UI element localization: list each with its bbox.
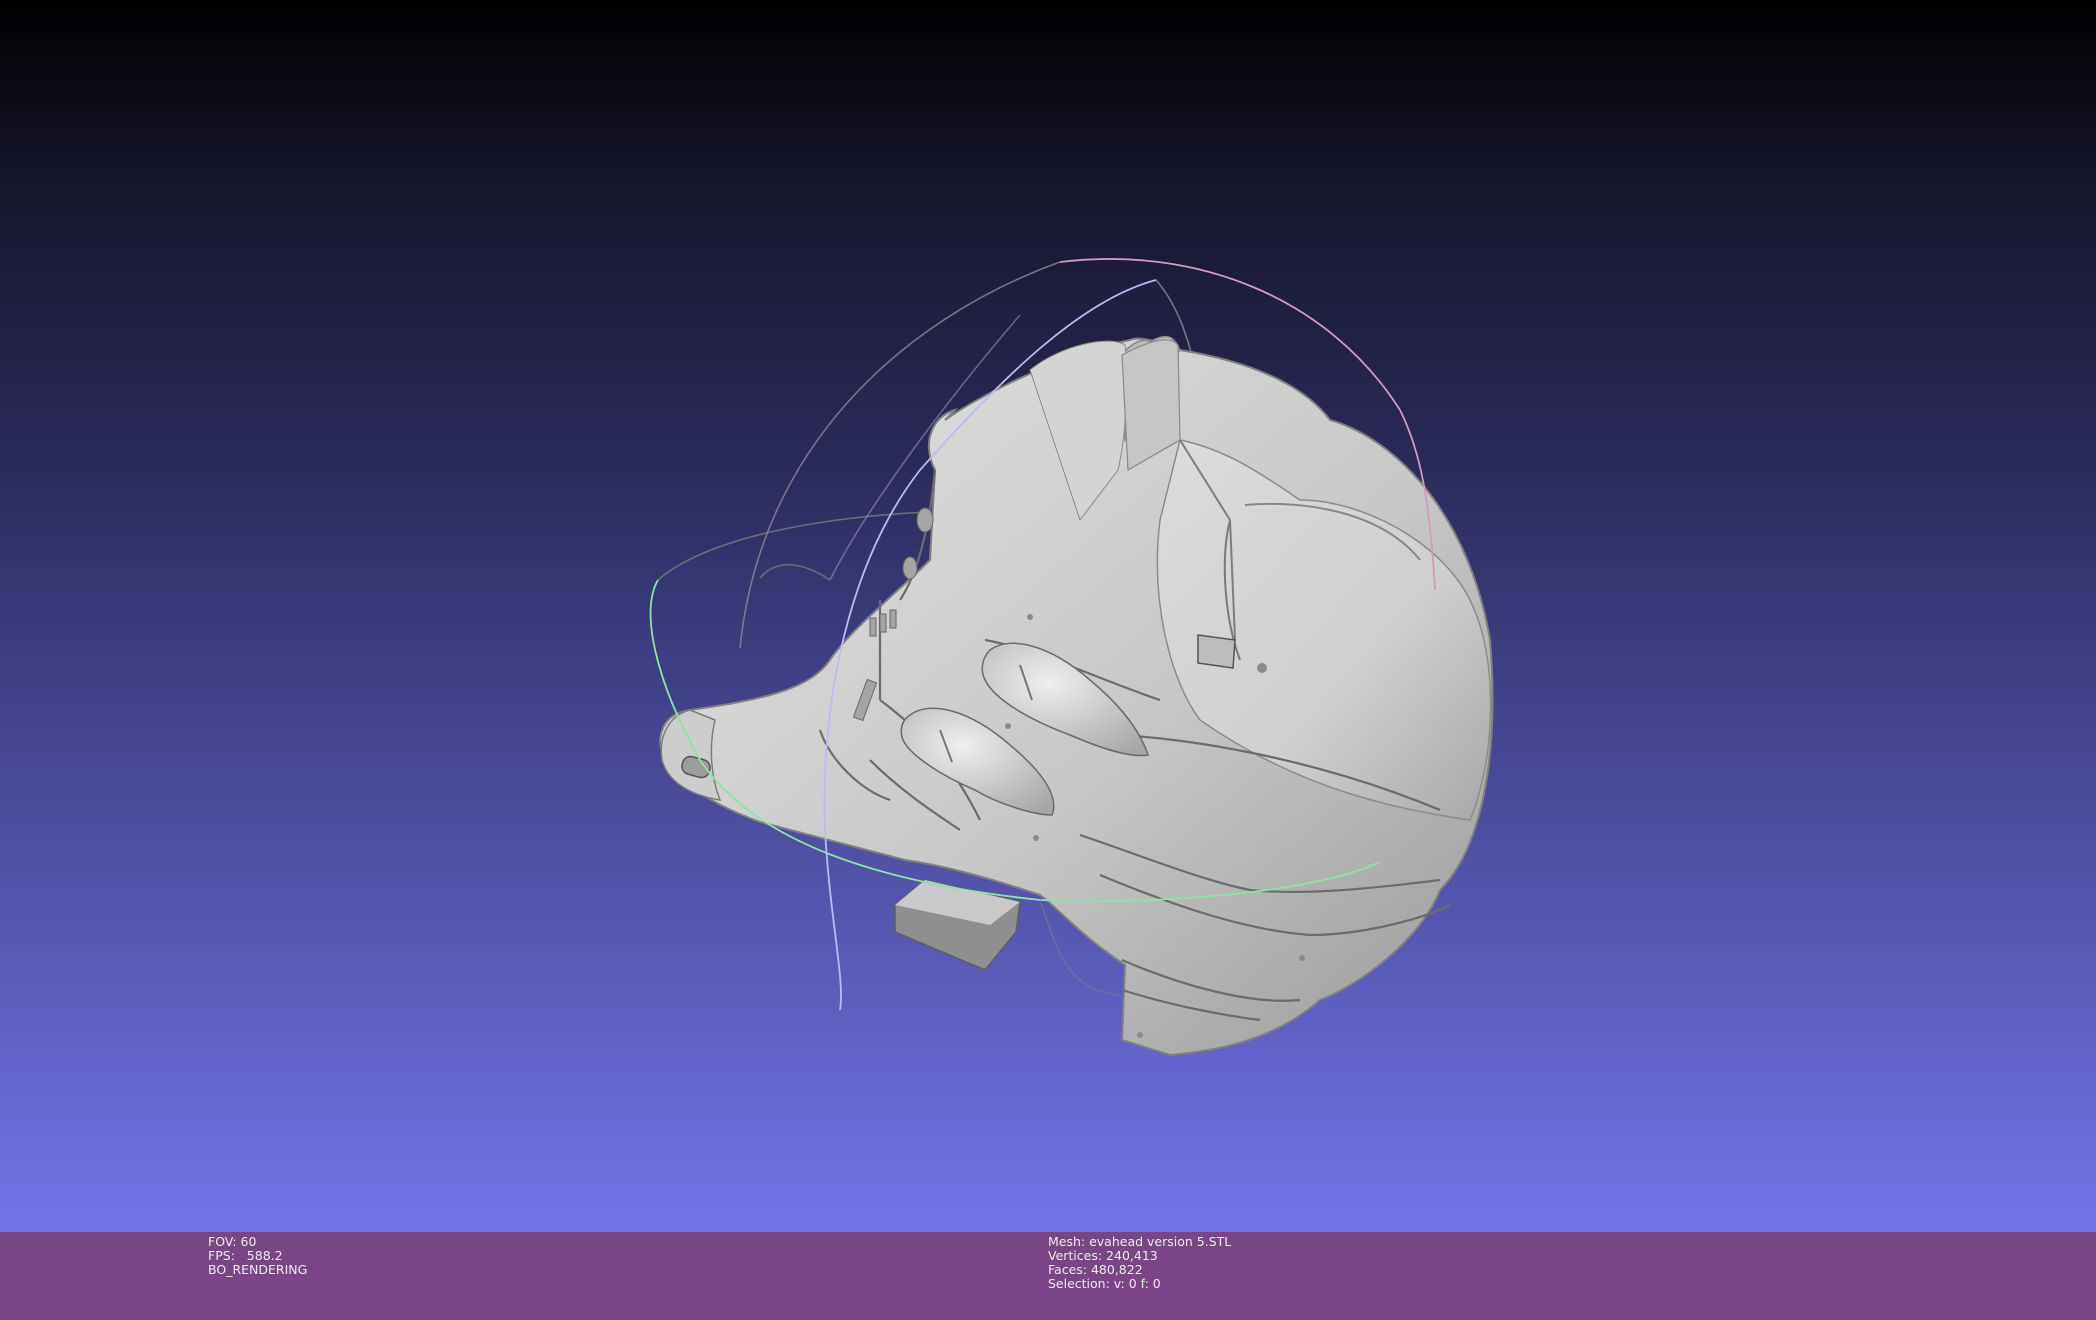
- helmet-mesh[interactable]: [658, 335, 1494, 1057]
- render-mode-readout: BO_RENDERING: [208, 1262, 308, 1277]
- mesh-name-readout: Mesh: evahead version 5.STL: [1048, 1234, 1232, 1249]
- selection-readout: Selection: v: 0 f: 0: [1048, 1276, 1161, 1291]
- mesh-stats: Mesh: evahead version 5.STL Vertices: 24…: [1048, 1235, 1231, 1291]
- visor-clip: [1197, 634, 1236, 669]
- 3d-viewport[interactable]: [0, 0, 2096, 1232]
- fps-readout: FPS: 588.2: [208, 1248, 283, 1263]
- status-info-bar: FOV: 60 FPS: 588.2 BO_RENDERING Mesh: ev…: [0, 1232, 2096, 1320]
- vertices-readout: Vertices: 240,413: [1048, 1248, 1158, 1263]
- scene-canvas[interactable]: [0, 0, 2096, 1232]
- snout-tip: [660, 709, 722, 801]
- faces-readout: Faces: 480,822: [1048, 1262, 1143, 1277]
- fov-readout: FOV: 60: [208, 1234, 257, 1249]
- render-stats: FOV: 60 FPS: 588.2 BO_RENDERING: [208, 1235, 307, 1277]
